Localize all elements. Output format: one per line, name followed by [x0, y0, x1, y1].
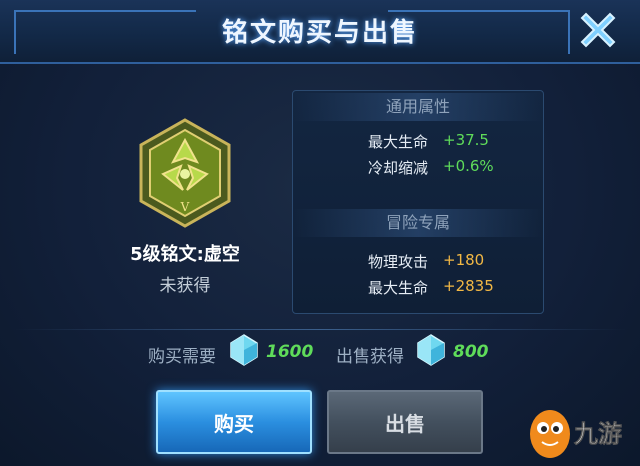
stat-row: 最大生命 +37.5 [293, 131, 543, 153]
sell-price-label: 出售获得 [336, 347, 404, 367]
jiuyou-logo-watermark: 九游 [530, 410, 622, 458]
dialog-header: 铭文购买与出售 [0, 0, 640, 64]
stat-label: 最大生命 [367, 133, 428, 151]
rune-status: 未获得 [159, 276, 211, 296]
stat-label: 冷却缩减 [367, 159, 428, 177]
stat-value: +37.5 [443, 131, 489, 149]
common-stats-title: 通用属性 [293, 93, 543, 121]
diamond-gem-icon [417, 334, 445, 366]
stat-value: +0.6% [443, 157, 494, 175]
diamond-gem-icon [230, 334, 258, 366]
stat-value: +2835 [443, 277, 494, 295]
sell-button[interactable]: 出售 [327, 390, 483, 454]
adventure-stats-title: 冒险专属 [293, 209, 543, 237]
stat-row: 物理攻击 +180 [293, 251, 543, 273]
watermark-text: 九游 [573, 420, 622, 448]
stat-value: +180 [443, 251, 485, 269]
close-icon [580, 12, 616, 48]
rune-name: 5级铭文:虚空 [130, 244, 240, 265]
buy-price-label: 购买需要 [148, 347, 216, 367]
sell-price-value: 800 [453, 342, 489, 362]
close-button[interactable] [578, 10, 618, 50]
divider [14, 329, 626, 330]
stat-label: 物理攻击 [367, 253, 428, 271]
stat-label: 最大生命 [367, 279, 428, 297]
stat-row: 最大生命 +2835 [293, 277, 543, 299]
rune-emblem-icon: V [139, 118, 231, 228]
stats-panel: 通用属性 最大生命 +37.5 冷却缩减 +0.6% 冒险专属 物理攻击 +18… [292, 90, 544, 314]
dialog-title: 铭文购买与出售 [221, 18, 418, 48]
buy-price-value: 1600 [266, 342, 314, 362]
rune-tier-mark: V [180, 200, 190, 214]
stat-row: 冷却缩减 +0.6% [293, 157, 543, 179]
rune-dialog: 铭文购买与出售 V 5级铭文:虚空 未获得 通用属性 最大生命 +37.5 冷却… [0, 0, 640, 466]
buy-button[interactable]: 购买 [156, 390, 312, 454]
